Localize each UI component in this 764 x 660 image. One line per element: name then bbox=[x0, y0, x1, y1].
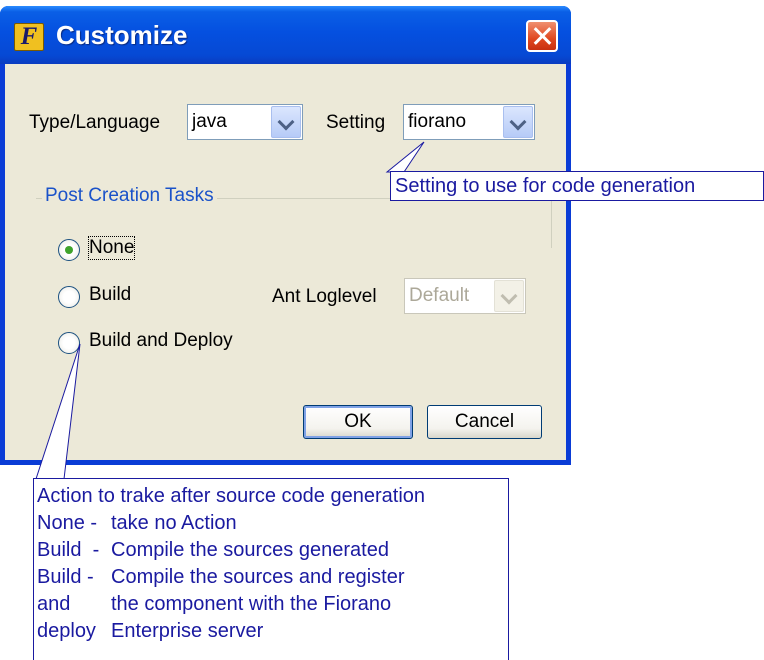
tooltip-row: deploy Enterprise server bbox=[37, 618, 508, 645]
setting-tooltip: Setting to use for code generation bbox=[390, 171, 764, 201]
tooltip-row-key: and bbox=[37, 593, 71, 615]
action-tooltip-heading: Action to trake after source code genera… bbox=[37, 485, 426, 507]
action-tooltip: Action to trake after source code genera… bbox=[33, 478, 509, 660]
tooltip-row-key: Build - bbox=[37, 566, 94, 588]
tooltip-row-text: the component with the Fiorano bbox=[111, 593, 392, 615]
setting-tooltip-pointer bbox=[385, 141, 425, 173]
tooltip-row-key: Build - bbox=[37, 539, 100, 561]
tooltip-row-key: None - bbox=[37, 512, 98, 534]
action-tooltip-pointer bbox=[35, 343, 81, 480]
tooltip-row: Build - Compile the sources and register bbox=[37, 564, 508, 591]
tooltip-row-text: Compile the sources generated bbox=[111, 539, 389, 561]
setting-tooltip-text: Setting to use for code generation bbox=[395, 175, 696, 197]
tooltip-row-key: deploy bbox=[37, 620, 96, 642]
tooltip-row-text: Compile the sources and register bbox=[111, 566, 405, 588]
tooltip-row-text: take no Action bbox=[111, 512, 237, 534]
tooltip-row: and the component with the Fiorano bbox=[37, 591, 508, 618]
tooltip-row: None - take no Action bbox=[37, 510, 508, 537]
tooltip-row: Build - Compile the sources generated bbox=[37, 537, 508, 564]
tooltip-row-text: Enterprise server bbox=[111, 620, 264, 642]
